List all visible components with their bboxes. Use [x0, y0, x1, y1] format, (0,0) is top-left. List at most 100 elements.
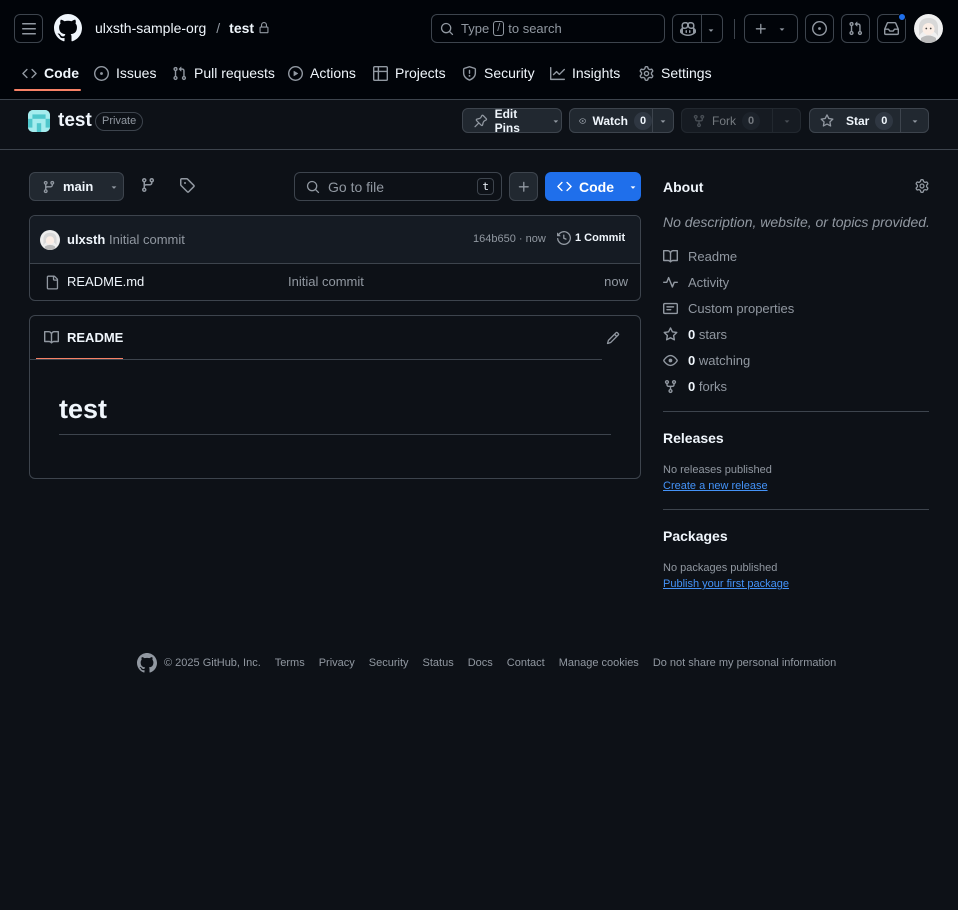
tags-button[interactable] — [179, 177, 195, 193]
repo-name[interactable]: test — [58, 110, 92, 132]
add-file-button[interactable] — [509, 172, 538, 201]
copilot-button[interactable] — [672, 14, 723, 43]
watching-label: watching — [698, 353, 751, 368]
file-commit-time: now — [604, 274, 628, 289]
sidebar-item-stars[interactable]: 0 stars — [663, 327, 727, 342]
footer-link-docs[interactable]: Docs — [468, 657, 493, 669]
branches-button[interactable] — [140, 177, 156, 193]
sidebar-item-activity[interactable]: Activity — [663, 275, 729, 290]
readme-tab[interactable]: README — [44, 330, 123, 345]
tab-security[interactable]: Security — [462, 57, 535, 89]
file-row[interactable]: README.md Initial commit now — [30, 264, 640, 300]
watch-button[interactable]: Watch 0 — [569, 108, 674, 133]
github-logo-icon[interactable] — [54, 14, 82, 42]
chevron-down-icon — [553, 119, 559, 123]
edit-readme-button[interactable] — [606, 331, 620, 345]
sidebar-divider — [663, 509, 929, 510]
chevron-down-icon[interactable] — [910, 116, 920, 126]
user-avatar[interactable] — [914, 14, 943, 43]
readme-box: README test — [29, 315, 641, 479]
file-name[interactable]: README.md — [67, 274, 144, 289]
tab-actions[interactable]: Actions — [288, 57, 356, 89]
menu-button[interactable] — [14, 14, 43, 43]
commit-message[interactable]: Initial commit — [109, 232, 185, 247]
releases-empty-text: No releases published — [663, 464, 772, 476]
history-icon — [557, 231, 571, 245]
fork-main[interactable]: Fork 0 — [682, 111, 772, 130]
footer-link-manage-cookies[interactable]: Manage cookies — [559, 657, 639, 669]
create-new-button[interactable] — [744, 14, 798, 43]
footer: © 2025 GitHub, Inc. Terms Privacy Securi… — [137, 653, 836, 673]
go-to-file-input[interactable]: Go to file t — [294, 172, 502, 201]
avatar-illustration-icon — [919, 18, 938, 43]
tab-insights[interactable]: Insights — [550, 57, 620, 89]
file-icon — [46, 275, 59, 290]
pull-requests-button[interactable] — [841, 14, 870, 43]
edit-pins-button[interactable]: Edit Pins — [462, 107, 562, 135]
chevron-down-icon[interactable] — [658, 116, 668, 126]
sidebar-item-readme[interactable]: Readme — [663, 249, 737, 264]
footer-link-privacy[interactable]: Privacy — [319, 657, 355, 669]
commit-author[interactable]: ulxsth — [67, 232, 105, 247]
tab-label: Projects — [395, 65, 446, 81]
search-suffix: to search — [508, 21, 562, 36]
book-icon — [44, 330, 59, 344]
star-button[interactable]: Star 0 — [809, 108, 929, 133]
sidebar-item-forks[interactable]: 0 forks — [663, 379, 727, 394]
graph-icon — [550, 66, 565, 80]
repo-avatar — [28, 110, 50, 132]
sidebar-item-custom-properties[interactable]: Custom properties — [663, 301, 794, 316]
fork-button[interactable]: Fork 0 — [681, 108, 801, 133]
search-input[interactable]: Type / to search — [431, 14, 665, 43]
tab-projects[interactable]: Projects — [373, 57, 446, 89]
copilot-icon — [680, 21, 696, 37]
breadcrumb-org[interactable]: ulxsth-sample-org — [95, 20, 206, 36]
about-title: About — [663, 179, 704, 195]
sidebar-item-watching[interactable]: 0 watching — [663, 353, 750, 368]
commit-sha-time[interactable]: 164b650 · now — [473, 233, 546, 245]
forks-count: 0 — [688, 379, 696, 394]
publish-package-link[interactable]: Publish your first package — [663, 578, 789, 590]
note-icon — [663, 302, 678, 315]
commit-count: 1 Commit — [575, 232, 626, 244]
issues-button[interactable] — [805, 14, 834, 43]
breadcrumb-repo[interactable]: test — [229, 20, 254, 36]
tab-issues[interactable]: Issues — [94, 57, 156, 89]
footer-brand[interactable]: © 2025 GitHub, Inc. — [137, 653, 261, 673]
watch-main[interactable]: Watch 0 — [570, 111, 652, 130]
tab-label: Pull requests — [194, 65, 275, 81]
create-release-link[interactable]: Create a new release — [663, 480, 768, 492]
tab-label: Settings — [661, 65, 712, 81]
footer-link-contact[interactable]: Contact — [507, 657, 545, 669]
releases-title[interactable]: Releases — [663, 430, 724, 446]
sidebar-divider — [663, 411, 929, 412]
footer-link-terms[interactable]: Terms — [275, 657, 305, 669]
footer-copyright: © 2025 GitHub, Inc. — [164, 657, 261, 669]
readme-header-divider — [30, 359, 602, 360]
watching-count: 0 — [688, 353, 696, 368]
code-button[interactable]: Code — [545, 172, 641, 201]
tab-pull-requests[interactable]: Pull requests — [172, 57, 275, 89]
branch-icon — [141, 178, 154, 193]
footer-link-security[interactable]: Security — [369, 657, 409, 669]
sidebar-item-label: Custom properties — [688, 301, 795, 316]
inbox-icon — [884, 21, 899, 36]
breadcrumb-separator: / — [216, 20, 221, 36]
branch-selector[interactable]: main — [29, 172, 124, 201]
star-main[interactable]: Star 0 — [810, 111, 900, 130]
tab-settings[interactable]: Settings — [639, 57, 712, 89]
chevron-down-icon[interactable] — [782, 116, 792, 126]
file-commit-message[interactable]: Initial commit — [288, 274, 364, 289]
footer-link-status[interactable]: Status — [423, 657, 454, 669]
about-settings-button[interactable] — [915, 179, 929, 193]
packages-title[interactable]: Packages — [663, 528, 728, 544]
plus-icon — [755, 23, 766, 34]
commits-history-link[interactable]: 1 Commit — [557, 231, 625, 245]
search-kbd: / — [493, 21, 505, 36]
tab-code[interactable]: Code — [22, 57, 79, 89]
star-count: 0 — [875, 111, 894, 130]
pulse-icon — [663, 276, 678, 288]
visibility-badge: Private — [95, 112, 144, 131]
commit-author-avatar[interactable] — [40, 230, 60, 250]
footer-link-do-not-share[interactable]: Do not share my personal information — [653, 657, 836, 669]
